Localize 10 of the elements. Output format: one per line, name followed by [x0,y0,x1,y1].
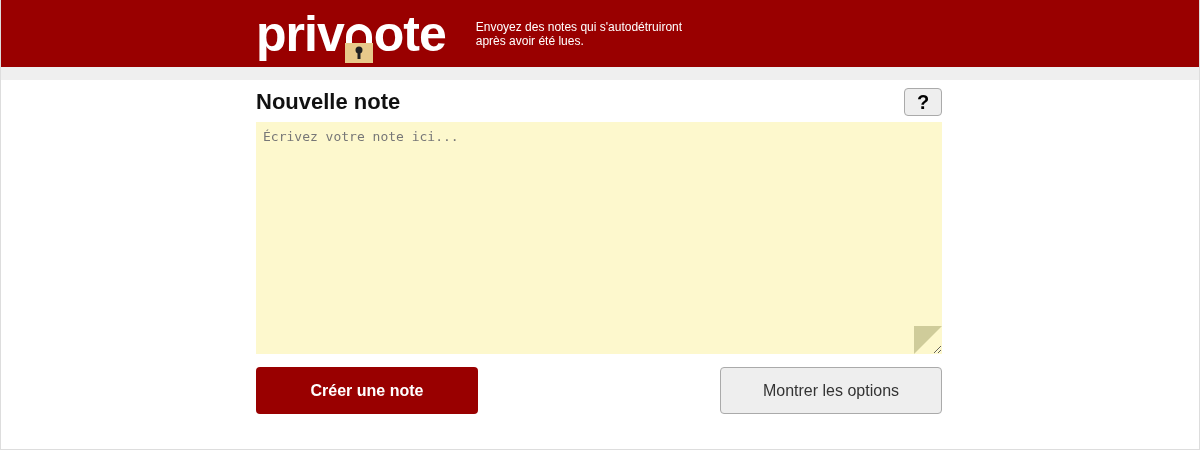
logo-text: ote [373,8,446,59]
page-curl-icon [914,326,942,354]
padlock-icon [343,22,374,63]
help-button[interactable]: ? [904,88,942,116]
page-title: Nouvelle note [256,88,401,116]
create-note-button[interactable]: Créer une note [256,367,478,414]
tagline: Envoyez des notes qui s'autodétruiront après avoir été lues. [475,19,684,48]
logo-text: priv [256,8,344,59]
options-button[interactable]: Montrer les options [720,367,942,414]
note-field[interactable]: Écrivez votre note ici... [256,122,942,354]
